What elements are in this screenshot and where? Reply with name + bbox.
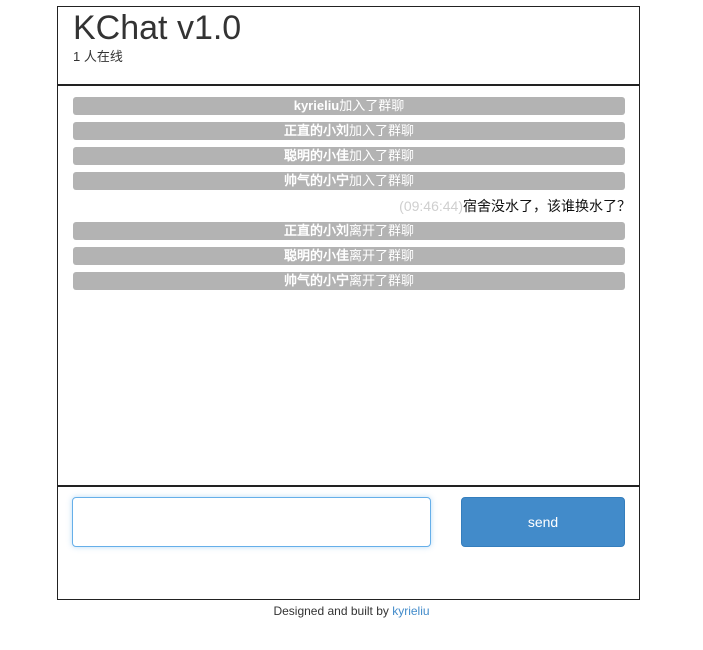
system-action: 离开了群聊 [349,223,415,238]
system-action: 加入了群聊 [349,123,415,138]
user-name: 帅气的小宁 [283,173,349,188]
user-name: kyrieliu [293,98,340,113]
system-message: 聪明的小佳离开了群聊 [73,247,625,265]
user-name: 聪明的小佳 [283,248,349,263]
system-action: 加入了群聊 [349,148,415,163]
system-action: 加入了群聊 [349,173,415,188]
user-name: 正直的小刘 [283,223,349,238]
system-message: 正直的小刘加入了群聊 [73,122,625,140]
system-action: 加入了群聊 [339,98,405,113]
online-count: 1 人在线 [73,49,123,64]
system-message: 帅气的小宁离开了群聊 [73,272,625,290]
system-message: 聪明的小佳加入了群聊 [73,147,625,165]
message-text: 宿舍没水了，该谁换水了？ [463,198,631,214]
footer: Designed and built by kyrieliu [0,604,703,618]
message-input[interactable] [72,497,431,547]
chat-message: (09:46:44)宿舍没水了，该谁换水了？ [73,197,631,215]
system-message: 正直的小刘离开了群聊 [73,222,625,240]
message-time: (09:46:44) [399,198,463,214]
user-name: 聪明的小佳 [283,148,349,163]
system-message: kyrieliu加入了群聊 [73,97,625,115]
chat-header: KChat v1.0 1 人在线 [58,7,639,86]
system-message: 帅气的小宁加入了群聊 [73,172,625,190]
message-list[interactable]: kyrieliu加入了群聊 正直的小刘加入了群聊 聪明的小佳加入了群聊 帅气的小… [58,86,639,485]
footer-text: Designed and built by [273,604,393,618]
user-name: 帅气的小宁 [283,273,349,288]
system-action: 离开了群聊 [349,273,415,288]
message-composer: send [58,485,639,599]
system-action: 离开了群聊 [349,248,415,263]
user-name: 正直的小刘 [283,123,349,138]
send-button[interactable]: send [461,497,625,547]
author-link[interactable]: kyrieliu [392,604,429,618]
app-title: KChat v1.0 [73,9,242,47]
chat-window: KChat v1.0 1 人在线 kyrieliu加入了群聊 正直的小刘加入了群… [57,6,640,600]
